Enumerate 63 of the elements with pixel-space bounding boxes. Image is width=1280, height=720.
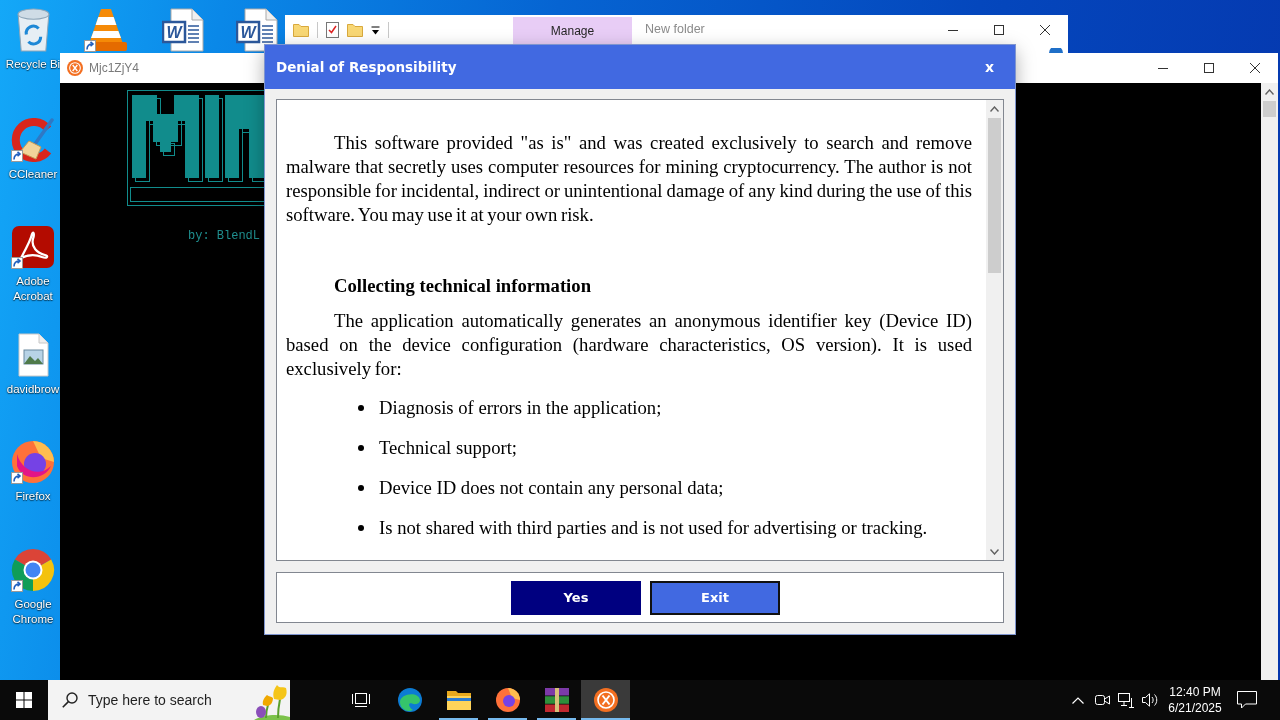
search-icon [62,692,78,708]
desktop-icon-label[interactable]: Firefox [15,489,51,505]
minimize-icon[interactable] [948,29,958,31]
firefox-icon [495,688,520,712]
taskbar-app-button[interactable] [581,680,630,720]
desktop-icon-label[interactable]: Adobe Acrobat [4,274,62,305]
close-icon[interactable] [1040,25,1050,35]
video-camera-icon[interactable] [1094,694,1110,706]
bullet-icon [358,485,364,491]
task-view-icon [350,692,371,708]
search-field[interactable]: Type here to search [48,680,290,720]
desktop-icon-label[interactable]: davidbrow [6,381,60,397]
shortcut-arrow-icon [11,149,23,162]
shortcut-arrow-icon [11,472,23,485]
recycle-bin-icon[interactable] [16,8,50,52]
bullet-text: Is not shared with third parties and is not used for advertising or tracking. [379,516,928,540]
maximize-icon[interactable] [994,25,1004,35]
bullet-icon [358,405,364,411]
swirl-icon [397,688,422,712]
close-button[interactable]: x [980,57,998,77]
shortcut-arrow-icon [11,257,23,270]
desktop-icon-label[interactable]: CCleaner [8,166,58,182]
bullet-icon [358,445,364,451]
flowers-icon [254,684,290,720]
scrollbar-thumb[interactable] [1263,101,1276,117]
notification-icon[interactable] [1237,691,1257,709]
desktop-icon-label[interactable]: Recycle Bi [5,57,61,72]
close-icon[interactable] [1250,63,1260,73]
chevron-down-icon[interactable] [990,548,999,555]
app-logo-icon [67,60,83,76]
windows-start-icon[interactable] [16,692,32,708]
books-icon [544,688,569,712]
checklist-icon[interactable] [326,22,339,38]
ribbon-tab[interactable]: Manage [513,17,632,45]
scrollbar-thumb[interactable] [988,118,1001,273]
firefox-icon[interactable] [11,440,55,485]
paragraph: This software provided "as is" and was created exclusively to search and remove malware that secretly uses computer resources for mining cryptocurrency. The author is not responsible for incidental, indirect or unintentional damage of any kind during the use of this software. You may use it at your own risk. [286,131,972,227]
dropdown-icon[interactable] [371,25,380,35]
byline-text: by: BlendL [188,229,260,243]
bullet-text: Technical support; [379,436,518,460]
exit-button[interactable]: Exit [650,580,780,615]
app-logo-icon [593,688,618,712]
clock-date[interactable]: 6/21/2025 [1168,700,1222,716]
image-file-icon[interactable] [17,332,49,377]
clock-time[interactable]: 12:40 PM [1169,684,1221,700]
desktop-icon-label[interactable]: Google Chrome [4,596,62,627]
bullet-text: Device ID does not contain any personal data; [379,476,724,500]
paragraph: The application automatically generates an anonymous identifier key (Device ID) based on the device configuration (hardware characteristics, OS version). It is used exclusively for: [286,309,972,381]
pdf-icon[interactable] [11,225,55,270]
chrome-icon[interactable] [11,547,55,592]
bullet-text: Diagnosis of errors in the application; [379,396,662,420]
maximize-icon[interactable] [1204,63,1214,73]
volume-icon[interactable] [1142,693,1158,707]
minimize-icon[interactable] [1158,67,1168,69]
section-heading: Collecting technical information [333,274,592,298]
folder-icon [446,690,471,710]
window-title: New folder [645,21,705,38]
window-title: Mjc1ZjY4 [89,61,139,75]
dialog-title: Denial of Responsibility [276,59,457,75]
network-icon[interactable] [1118,692,1134,708]
ccleaner-icon[interactable] [11,117,55,162]
confirm-button[interactable]: Yes [511,580,641,615]
bullet-icon [358,525,364,531]
